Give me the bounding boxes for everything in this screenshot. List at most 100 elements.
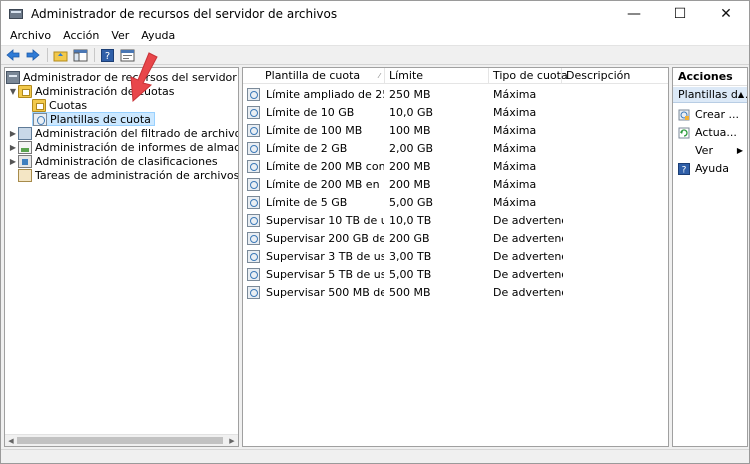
- tree-file-tasks-label: Tareas de administración de archivos: [35, 168, 239, 182]
- cell-quota-type: Máxima: [493, 106, 537, 119]
- close-button[interactable]: ✕: [703, 1, 749, 27]
- table-row[interactable]: Supervisar 10 TB de uso d... 10,0 TB De ad…: [243, 212, 668, 230]
- help-button[interactable]: ?: [98, 47, 116, 63]
- tree-horizontal-scrollbar[interactable]: ◀ ▶: [5, 434, 238, 446]
- cell-template-name: Límite de 2 GB: [266, 142, 348, 155]
- column-header-description[interactable]: Descripción: [562, 68, 668, 84]
- console-tree: Administrador de recursos del servidor d…: [4, 67, 239, 447]
- cell-template-name: Supervisar 200 GB de uso ...: [266, 232, 384, 245]
- expand-chevron-icon[interactable]: ▶: [8, 140, 18, 154]
- menu-bar: Archivo Acción Ver Ayuda: [1, 27, 749, 45]
- app-icon: [8, 6, 24, 22]
- action-view[interactable]: Ver ▶: [673, 142, 747, 160]
- cell-quota-type: Máxima: [493, 178, 537, 191]
- collapse-chevron-icon[interactable]: ▼: [8, 84, 18, 98]
- toolbar: ?: [1, 45, 749, 65]
- scroll-left-icon[interactable]: ◀: [5, 435, 17, 446]
- cell-template-name: Supervisar 10 TB de uso d...: [266, 214, 384, 227]
- table-row[interactable]: Límite de 2 GB 2,00 GB Máxima: [243, 140, 668, 158]
- tree-storage-reports[interactable]: ▶ Administración de informes de almacena…: [8, 140, 239, 154]
- table-row[interactable]: Límite de 200 MB con exte... 200 MB Máxima: [243, 158, 668, 176]
- cell-quota-type: Máxima: [493, 142, 537, 155]
- status-bar: [1, 449, 749, 463]
- table-row[interactable]: Supervisar 3 TB de uso de ... 3,00 TB De a…: [243, 248, 668, 266]
- table-row[interactable]: Límite de 10 GB 10,0 GB Máxima: [243, 104, 668, 122]
- table-row[interactable]: Límite ampliado de 250 MB 250 MB Máxima: [243, 86, 668, 104]
- menu-ver[interactable]: Ver: [105, 27, 135, 45]
- table-row[interactable]: Límite de 200 MB en infor... 200 MB Máxima: [243, 176, 668, 194]
- forward-arrow-icon: [26, 49, 40, 61]
- submenu-arrow-icon: ▶: [736, 146, 743, 155]
- table-row[interactable]: Límite de 5 GB 5,00 GB Máxima: [243, 194, 668, 212]
- expand-chevron-icon[interactable]: ▶: [8, 154, 18, 168]
- actions-title: Acciones: [673, 68, 747, 86]
- forward-button[interactable]: [24, 47, 42, 63]
- file-screen-icon: [18, 126, 32, 140]
- tree-file-screening-label: Administración del filtrado de archivos: [35, 126, 239, 140]
- cell-limit: 10,0 GB: [389, 106, 434, 119]
- show-hide-tree-button[interactable]: [71, 47, 89, 63]
- quota-template-icon: [247, 232, 260, 245]
- collapse-up-icon[interactable]: ▲: [738, 87, 744, 102]
- cell-limit: 200 MB: [389, 160, 431, 173]
- action-help[interactable]: ? Ayuda: [673, 160, 747, 178]
- table-row[interactable]: Supervisar 5 TB de uso de ... 5,00 TB De a…: [243, 266, 668, 284]
- minimize-button[interactable]: —: [611, 1, 657, 27]
- scroll-right-icon[interactable]: ▶: [226, 435, 238, 446]
- quota-template-icon: [247, 106, 260, 119]
- scrollbar-thumb[interactable]: [17, 437, 223, 444]
- refresh-icon: [678, 127, 690, 139]
- quota-template-icon: [247, 142, 260, 155]
- title-bar: Administrador de recursos del servidor d…: [1, 1, 749, 27]
- back-button[interactable]: [4, 47, 22, 63]
- tree-file-screening[interactable]: ▶ Administración del filtrado de archivo…: [8, 126, 239, 140]
- table-row[interactable]: Supervisar 500 MB de recu... 500 MB De adv…: [243, 284, 668, 302]
- tree-storage-reports-label: Administración de informes de almacenami…: [35, 140, 239, 154]
- column-header-limit[interactable]: Límite: [385, 68, 489, 84]
- tree-classification[interactable]: ▶ Administración de clasificaciones: [8, 154, 218, 168]
- quota-template-icon: [247, 124, 260, 137]
- cell-quota-type: Máxima: [493, 124, 537, 137]
- cell-quota-type: De advertencia: [493, 268, 563, 281]
- expand-chevron-icon[interactable]: ▶: [8, 126, 18, 140]
- help-icon: ?: [100, 48, 114, 62]
- app-window: Administrador de recursos del servidor d…: [0, 0, 750, 464]
- cell-template-name: Supervisar 5 TB de uso de ...: [266, 268, 384, 281]
- action-create[interactable]: Crear ...: [673, 106, 747, 124]
- table-row[interactable]: Límite de 100 MB 100 MB Máxima: [243, 122, 668, 140]
- column-header-type[interactable]: Tipo de cuota: [489, 68, 568, 84]
- svg-text:?: ?: [104, 51, 109, 62]
- list-header: Plantilla de cuota ⁄ Límite Tipo de cuot…: [243, 68, 668, 84]
- quota-template-icon: [247, 196, 260, 209]
- tree-classification-label: Administración de clasificaciones: [35, 154, 218, 168]
- tree-root[interactable]: Administrador de recursos del servidor d…: [6, 70, 238, 84]
- menu-accion[interactable]: Acción: [57, 27, 105, 45]
- quota-template-icon: [247, 268, 260, 281]
- cell-template-name: Límite de 200 MB en infor...: [266, 178, 384, 191]
- cell-quota-type: Máxima: [493, 196, 537, 209]
- back-arrow-icon: [6, 49, 20, 61]
- maximize-button[interactable]: ☐: [657, 1, 703, 27]
- column-header-template[interactable]: Plantilla de cuota ⁄: [261, 68, 385, 84]
- cell-quota-type: De advertencia: [493, 214, 563, 227]
- svg-text:?: ?: [682, 166, 687, 176]
- cell-limit: 200 GB: [389, 232, 430, 245]
- menu-ayuda[interactable]: Ayuda: [135, 27, 181, 45]
- cell-template-name: Supervisar 3 TB de uso de ...: [266, 250, 384, 263]
- action-refresh[interactable]: Actua...: [673, 124, 747, 142]
- cell-template-name: Supervisar 500 MB de recu...: [266, 286, 384, 299]
- quota-template-list: Plantilla de cuota ⁄ Límite Tipo de cuot…: [242, 67, 669, 447]
- quota-folder-icon: [18, 84, 32, 98]
- sort-ascending-icon: ⁄: [378, 72, 380, 80]
- menu-archivo[interactable]: Archivo: [4, 27, 57, 45]
- quota-template-icon: [247, 160, 260, 173]
- up-level-button[interactable]: [51, 47, 69, 63]
- table-row[interactable]: Supervisar 200 GB de uso ... 200 GB De adv…: [243, 230, 668, 248]
- tree-quota-templates[interactable]: Plantillas de cuota: [32, 112, 155, 126]
- cell-template-name: Límite ampliado de 250 MB: [266, 88, 384, 101]
- tree-file-tasks[interactable]: Tareas de administración de archivos: [18, 168, 239, 182]
- cell-limit: 5,00 GB: [389, 196, 434, 209]
- tree-quotas[interactable]: Cuotas: [32, 98, 87, 112]
- toolbar-separator: [94, 48, 95, 62]
- actions-section-header[interactable]: Plantillas d... ▲: [673, 87, 747, 103]
